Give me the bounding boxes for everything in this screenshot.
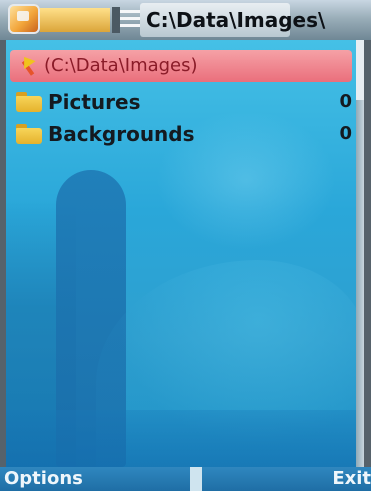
tab-divider bbox=[112, 7, 120, 33]
exit-softkey[interactable]: Exit bbox=[332, 467, 371, 491]
folder-icon bbox=[16, 124, 42, 144]
list-item-pictures[interactable]: Pictures 0 bbox=[10, 86, 352, 118]
options-softkey[interactable]: Options bbox=[4, 467, 83, 491]
list-item-backgrounds[interactable]: Backgrounds 0 bbox=[10, 118, 352, 150]
folder-icon bbox=[16, 92, 42, 112]
folder-label: Backgrounds bbox=[48, 122, 195, 146]
parent-folder-item[interactable]: (C:\Data\Images) bbox=[10, 50, 352, 82]
wallpaper-base bbox=[6, 410, 364, 467]
softkey-divider bbox=[190, 467, 202, 491]
up-arrow-icon bbox=[18, 52, 40, 76]
folder-label: Pictures bbox=[48, 90, 141, 114]
scrollbar-thumb[interactable] bbox=[356, 40, 364, 100]
folder-item-count: 0 bbox=[339, 91, 352, 112]
list-view-icon bbox=[120, 10, 142, 30]
file-manager-icon bbox=[8, 4, 40, 34]
screen-edge-right bbox=[364, 40, 371, 467]
softkey-bar: Options Exit bbox=[0, 467, 371, 491]
navigation-tab-strip[interactable] bbox=[40, 8, 110, 32]
parent-folder-label: (C:\Data\Images) bbox=[44, 55, 198, 76]
title-bar: C:\Data\Images\ bbox=[0, 0, 371, 40]
phone-screen: C:\Data\Images\ (C:\Data\Images) Picture… bbox=[0, 0, 371, 491]
folder-item-count: 0 bbox=[339, 123, 352, 144]
current-path-title: C:\Data\Images\ bbox=[146, 8, 326, 32]
scrollbar[interactable] bbox=[356, 40, 364, 467]
file-list-area: (C:\Data\Images) Pictures 0 Backgrounds … bbox=[6, 40, 364, 467]
